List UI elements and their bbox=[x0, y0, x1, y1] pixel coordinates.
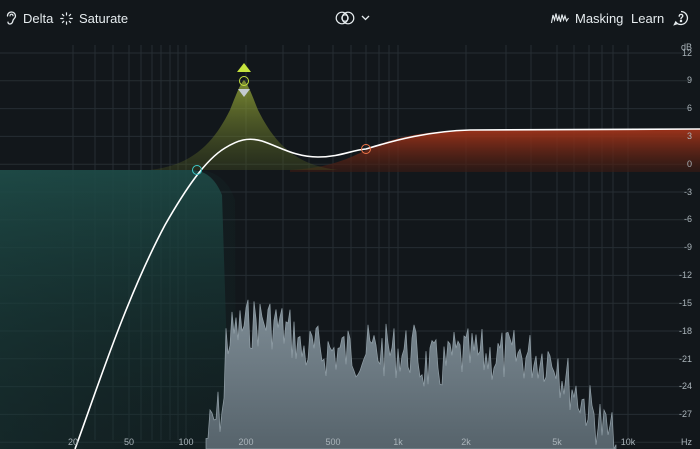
peak-band-handle[interactable] bbox=[239, 76, 249, 86]
chevron-down-icon bbox=[361, 15, 370, 21]
freq-axis-unit: Hz bbox=[681, 437, 692, 447]
db-tick-label: -3 bbox=[683, 187, 692, 197]
low-cut-band-handle[interactable] bbox=[192, 165, 202, 175]
saturate-label: Saturate bbox=[79, 10, 129, 26]
freq-tick-label: 5k bbox=[552, 437, 562, 447]
spectrum-icon bbox=[551, 12, 569, 24]
db-tick-label: 6 bbox=[686, 103, 692, 113]
db-tick-label: -27 bbox=[678, 409, 692, 419]
delta-label: Delta bbox=[23, 10, 54, 26]
low-cut-fill-edge bbox=[0, 170, 236, 449]
stereo-rings-icon bbox=[335, 11, 355, 25]
db-tick-label: -9 bbox=[683, 242, 692, 252]
ear-icon bbox=[5, 11, 17, 25]
top-toolbar: Delta Saturate Masking Learn bbox=[0, 0, 700, 38]
eq-display[interactable] bbox=[0, 0, 700, 449]
db-tick-label: 3 bbox=[686, 131, 692, 141]
gain-down-arrow[interactable] bbox=[238, 89, 250, 97]
masking-label: Masking bbox=[575, 10, 624, 26]
saturate-button[interactable]: Saturate bbox=[60, 6, 128, 30]
masking-button[interactable]: Masking bbox=[551, 6, 623, 30]
eq-graph[interactable]: dB 12 9 6 3 0 -3 -6 -9 -12 -15 -18 -21 -… bbox=[0, 0, 700, 449]
db-tick-label: 12 bbox=[681, 48, 692, 58]
db-tick-label: -18 bbox=[678, 326, 692, 336]
freq-tick-label: 20 bbox=[67, 437, 79, 447]
high-shelf-band-handle[interactable] bbox=[361, 144, 371, 154]
learn-label: Learn bbox=[631, 10, 665, 26]
learn-button[interactable]: Learn bbox=[631, 6, 664, 30]
freq-tick-label: 200 bbox=[238, 437, 254, 447]
db-tick-label: -21 bbox=[678, 354, 692, 364]
db-tick-label: 0 bbox=[686, 159, 692, 169]
freq-tick-label: 10k bbox=[620, 437, 636, 447]
db-tick-label: -12 bbox=[678, 270, 692, 280]
db-tick-label: -24 bbox=[678, 381, 692, 391]
sparkle-icon bbox=[60, 11, 73, 25]
db-tick-label: 9 bbox=[686, 75, 692, 85]
freq-tick-label: 1k bbox=[393, 437, 403, 447]
stereo-mode-selector[interactable] bbox=[335, 6, 370, 30]
freq-tick-label: 100 bbox=[178, 437, 194, 447]
gain-up-arrow[interactable] bbox=[237, 63, 251, 72]
freq-tick-label: 500 bbox=[325, 437, 341, 447]
db-tick-label: -6 bbox=[683, 214, 692, 224]
help-button[interactable] bbox=[673, 6, 689, 30]
spectrum-analyzer bbox=[205, 299, 617, 449]
delta-button[interactable]: Delta bbox=[5, 6, 53, 30]
help-icon bbox=[673, 10, 689, 26]
db-tick-label: -15 bbox=[678, 298, 692, 308]
freq-tick-label: 50 bbox=[123, 437, 135, 447]
freq-tick-label: 2k bbox=[461, 437, 471, 447]
